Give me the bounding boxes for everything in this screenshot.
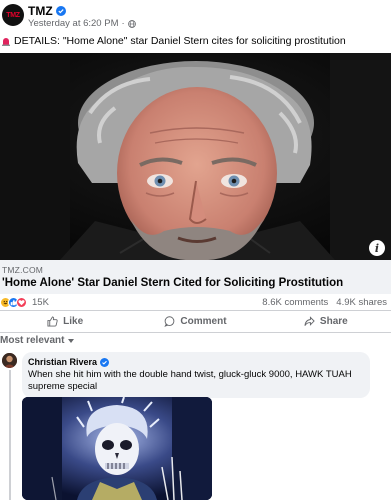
like-label: Like [63, 315, 84, 327]
thumbs-up-icon [47, 315, 58, 327]
post-header: TMZ TMZ Yesterday at 6:20 PM · [0, 0, 391, 34]
page-avatar[interactable]: TMZ [2, 4, 24, 26]
comment-gif[interactable] [22, 397, 212, 500]
siren-icon [2, 38, 10, 46]
tmz-logo: TMZ [6, 11, 20, 19]
page-name-label[interactable]: TMZ [28, 4, 53, 18]
comments-sort-dropdown[interactable]: Most relevant [0, 335, 75, 346]
shares-count[interactable]: 4.9K shares [336, 297, 387, 308]
comment-text: When she hit him with the double hand tw… [28, 369, 352, 392]
reaction-count[interactable]: 15K [32, 297, 49, 308]
chevron-down-icon [68, 338, 75, 343]
share-arrow-icon [304, 315, 315, 326]
thread-line [9, 370, 11, 500]
comment-bubble-icon [164, 315, 175, 327]
info-icon[interactable]: i [369, 240, 385, 256]
comment-author-name[interactable]: Christian Rivera [28, 357, 97, 367]
comment-author[interactable]: Christian Rivera [28, 357, 110, 367]
comment-bubble: Christian Rivera When she hit him with t… [22, 352, 370, 398]
comment-button[interactable]: Comment [130, 311, 260, 331]
share-button[interactable]: Share [261, 311, 391, 331]
divider [0, 332, 391, 333]
post-text-content: DETAILS: "Home Alone" star Daniel Stern … [14, 35, 346, 47]
share-label: Share [319, 315, 348, 327]
post-time-label[interactable]: Yesterday at 6:20 PM [28, 18, 118, 29]
post-text: DETAILS: "Home Alone" star Daniel Stern … [2, 35, 390, 47]
skeleton-gif-image [22, 397, 212, 500]
avatar[interactable] [2, 353, 17, 368]
post-photo[interactable]: i [0, 53, 391, 260]
page-name[interactable]: TMZ [28, 4, 66, 18]
like-button[interactable]: Like [0, 311, 130, 331]
comments-count[interactable]: 8.6K comments [262, 297, 328, 308]
action-bar: Like Comment Share [0, 311, 391, 331]
post-timestamp[interactable]: Yesterday at 6:20 PM · [28, 18, 136, 29]
love-reaction-icon [16, 297, 27, 308]
globe-icon [127, 19, 136, 28]
link-title[interactable]: 'Home Alone' Star Daniel Stern Cited for… [2, 277, 343, 289]
link-preview[interactable]: TMZ.COM 'Home Alone' Star Daniel Stern C… [0, 260, 391, 294]
man-portrait-image [0, 53, 391, 260]
comment: Christian Rivera When she hit him with t… [0, 350, 391, 500]
link-domain: TMZ.COM [2, 265, 44, 275]
verified-badge-icon [100, 357, 110, 367]
sort-label: Most relevant [0, 335, 65, 346]
verified-badge-icon [55, 6, 66, 16]
comment-label: Comment [180, 315, 227, 327]
reactions-summary[interactable]: 15K [0, 297, 49, 308]
